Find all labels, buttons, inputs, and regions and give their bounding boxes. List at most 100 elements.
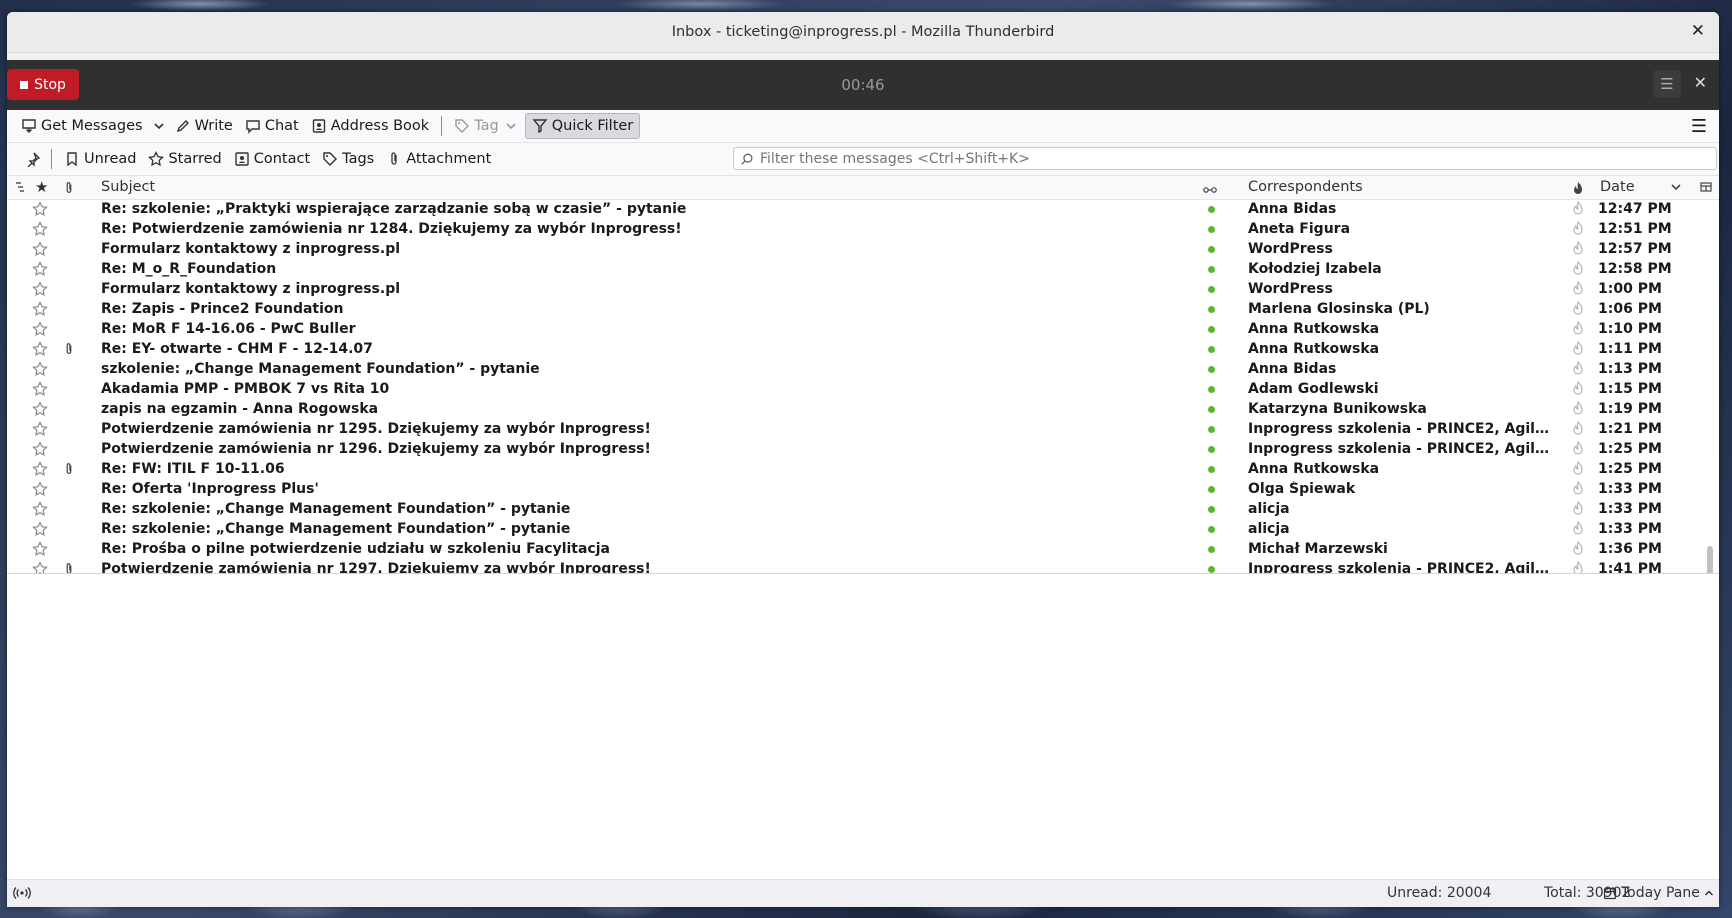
unread-dot-icon[interactable] [1208,426,1215,433]
unread-dot-icon[interactable] [1208,446,1215,453]
junk-status-icon[interactable] [1572,561,1586,573]
starred-column-icon[interactable]: ★ [35,178,48,196]
table-row[interactable]: Re: Zapis - Prince2 Foundation Marlena Gl… [7,300,1719,320]
table-row[interactable]: Re: Oferta 'Inprogress Plus' Olga Śpiewak… [7,480,1719,500]
table-row[interactable]: Formularz kontaktowy z inprogress.pl Word… [7,240,1719,260]
junk-status-icon[interactable] [1572,241,1586,257]
junk-status-icon[interactable] [1572,281,1586,297]
star-toggle-icon[interactable] [32,361,48,377]
junk-column-icon[interactable] [1572,181,1584,199]
junk-status-icon[interactable] [1572,541,1586,557]
thread-column-icon[interactable] [14,180,26,198]
star-toggle-icon[interactable] [32,561,48,573]
table-row[interactable]: Re: M_o_R_Foundation Kołodziej Izabela 12:… [7,260,1719,280]
junk-status-icon[interactable] [1572,381,1586,397]
table-row[interactable]: Potwierdzenie zamówienia nr 1297. Dzięku… [7,560,1719,573]
filter-tags-button[interactable]: Tags [316,151,380,167]
unread-dot-icon[interactable] [1208,366,1215,373]
junk-status-icon[interactable] [1572,441,1586,457]
junk-status-icon[interactable] [1572,321,1586,337]
unread-dot-icon[interactable] [1208,286,1215,293]
unread-dot-icon[interactable] [1208,546,1215,553]
junk-status-icon[interactable] [1572,221,1586,237]
unread-dot-icon[interactable] [1208,566,1215,573]
junk-status-icon[interactable] [1572,501,1586,517]
table-row[interactable]: Re: Potwierdzenie zamówienia nr 1284. Dz… [7,220,1719,240]
get-messages-button[interactable]: Get Messages [15,114,149,138]
unread-dot-icon[interactable] [1208,466,1215,473]
junk-status-icon[interactable] [1572,401,1586,417]
table-row[interactable]: Re: Prośba o pilne potwierdzenie udziału… [7,540,1719,560]
table-row[interactable]: zapis na egzamin - Anna Rogowska Katarzyn… [7,400,1719,420]
unread-dot-icon[interactable] [1208,506,1215,513]
star-toggle-icon[interactable] [32,381,48,397]
filter-starred-button[interactable]: Starred [142,151,227,167]
unread-dot-icon[interactable] [1208,306,1215,313]
unread-dot-icon[interactable] [1208,406,1215,413]
star-toggle-icon[interactable] [32,241,48,257]
table-row[interactable]: Re: EY- otwarte - CHM F - 12-14.07 Anna R… [7,340,1719,360]
read-status-column-icon[interactable] [1203,182,1217,198]
star-toggle-icon[interactable] [32,301,48,317]
stop-recording-button[interactable]: Stop [7,69,79,100]
table-row[interactable]: szkolenie: „Change Management Foundation… [7,360,1719,380]
junk-status-icon[interactable] [1572,461,1586,477]
star-toggle-icon[interactable] [32,201,48,217]
unread-dot-icon[interactable] [1208,326,1215,333]
table-row[interactable]: Formularz kontaktowy z inprogress.pl Word… [7,280,1719,300]
unread-dot-icon[interactable] [1208,346,1215,353]
table-row[interactable]: Potwierdzenie zamówienia nr 1296. Dzięku… [7,440,1719,460]
junk-status-icon[interactable] [1572,301,1586,317]
date-column-header[interactable]: Date [1600,179,1635,195]
sticky-filter-pin[interactable] [19,151,47,167]
today-pane-toggle[interactable]: Today Pane [1603,885,1714,901]
unread-dot-icon[interactable] [1208,206,1215,213]
junk-status-icon[interactable] [1572,201,1586,217]
star-toggle-icon[interactable] [32,221,48,237]
star-toggle-icon[interactable] [32,321,48,337]
column-picker-icon[interactable] [1700,181,1712,197]
filter-unread-button[interactable]: Unread [58,151,142,167]
unread-dot-icon[interactable] [1208,246,1215,253]
chat-button[interactable]: Chat [239,114,305,138]
star-toggle-icon[interactable] [32,501,48,517]
junk-status-icon[interactable] [1572,261,1586,277]
unread-dot-icon[interactable] [1208,486,1215,493]
correspondents-column-header[interactable]: Correspondents [1248,179,1363,195]
subject-column-header[interactable]: Subject [101,179,155,195]
get-messages-dropdown[interactable] [149,114,169,138]
window-close-icon[interactable]: ✕ [1691,21,1705,41]
table-row[interactable]: Re: FW: ITIL F 10-11.06 Anna Rutkowska 1:2… [7,460,1719,480]
recorder-menu-icon[interactable]: ☰ [1653,70,1681,98]
filter-attachment-button[interactable]: Attachment [380,151,497,167]
table-row[interactable]: Akadamia PMP - PMBOK 7 vs Rita 10 Adam Go… [7,380,1719,400]
star-toggle-icon[interactable] [32,421,48,437]
table-row[interactable]: Re: szkolenie: „Praktyki wspierające zar… [7,200,1719,220]
message-filter-field[interactable] [733,147,1717,170]
table-row[interactable]: Potwierdzenie zamówienia nr 1295. Dzięku… [7,420,1719,440]
table-row[interactable]: Re: szkolenie: „Change Management Founda… [7,500,1719,520]
star-toggle-icon[interactable] [32,481,48,497]
junk-status-icon[interactable] [1572,521,1586,537]
star-toggle-icon[interactable] [32,441,48,457]
unread-dot-icon[interactable] [1208,266,1215,273]
unread-dot-icon[interactable] [1208,386,1215,393]
sort-chevron-down-icon[interactable] [1670,181,1682,197]
filter-contact-button[interactable]: Contact [228,151,316,167]
star-toggle-icon[interactable] [32,461,48,477]
tag-button[interactable]: Tag [448,114,525,138]
star-toggle-icon[interactable] [32,401,48,417]
junk-status-icon[interactable] [1572,421,1586,437]
junk-status-icon[interactable] [1572,481,1586,497]
write-button[interactable]: Write [169,114,239,138]
message-filter-input[interactable] [758,149,1716,168]
junk-status-icon[interactable] [1572,341,1586,357]
quick-filter-button[interactable]: Quick Filter [524,113,641,139]
unread-dot-icon[interactable] [1208,526,1215,533]
online-status-icon[interactable] [13,886,31,904]
table-row[interactable]: Re: MoR F 14-16.06 - PwC Buller Anna Rutk… [7,320,1719,340]
app-menu-icon[interactable]: ☰ [1691,116,1707,137]
recorder-close-icon[interactable]: ✕ [1694,73,1707,92]
star-toggle-icon[interactable] [32,341,48,357]
star-toggle-icon[interactable] [32,521,48,537]
